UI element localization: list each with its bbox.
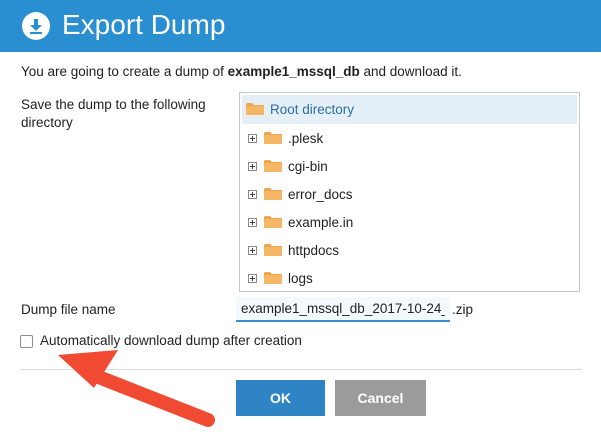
folder-icon — [264, 272, 282, 284]
tree-item-error-docs[interactable]: error_docs — [248, 180, 353, 208]
tree-item-example-in[interactable]: example.in — [248, 208, 353, 236]
intro-prefix: You are going to create a dump of — [21, 64, 224, 79]
tree-item-root[interactable]: Root directory — [246, 95, 354, 123]
folder-icon — [264, 216, 282, 228]
cancel-button[interactable]: Cancel — [335, 380, 426, 416]
tree-item-label: httpdocs — [288, 242, 340, 258]
dump-file-name-label: Dump file name — [21, 302, 116, 317]
tree-item-label: logs — [288, 270, 313, 286]
tree-item-cgi-bin[interactable]: cgi-bin — [248, 152, 328, 180]
intro-text: You are going to create a dump of exampl… — [21, 64, 462, 79]
expand-icon[interactable] — [248, 161, 257, 171]
folder-icon — [246, 103, 264, 115]
dialog-title: Export Dump — [62, 9, 226, 40]
tree-item-label: .plesk — [288, 130, 324, 146]
tree-item-label: cgi-bin — [288, 158, 328, 174]
folder-icon — [264, 160, 282, 172]
auto-download-label[interactable]: Automatically download dump after creati… — [40, 333, 302, 348]
tree-item-plesk[interactable]: .plesk — [248, 124, 323, 152]
dialog-header: Export Dump — [0, 0, 601, 52]
folder-icon — [264, 244, 282, 256]
divider — [20, 369, 582, 370]
directory-label: Save the dump to the following directory — [21, 97, 206, 130]
database-name: example1_mssql_db — [227, 64, 360, 79]
file-extension: .zip — [452, 302, 474, 317]
directory-tree[interactable]: Root directory .plesk cgi-bin error_docs — [239, 92, 580, 292]
folder-icon — [264, 132, 282, 144]
folder-icon — [264, 188, 282, 200]
tree-item-httpdocs[interactable]: httpdocs — [248, 236, 339, 264]
tree-item-label: example.in — [288, 214, 354, 230]
dump-file-name-input[interactable] — [236, 297, 450, 322]
expand-icon[interactable] — [248, 217, 257, 227]
tree-item-logs[interactable]: logs — [248, 264, 313, 292]
tree-item-label: error_docs — [288, 186, 353, 202]
auto-download-checkbox[interactable] — [20, 335, 33, 348]
intro-suffix: and download it. — [363, 64, 462, 79]
download-icon — [22, 12, 50, 40]
expand-icon[interactable] — [248, 189, 257, 199]
expand-icon[interactable] — [248, 245, 257, 255]
ok-button[interactable]: OK — [236, 380, 325, 416]
expand-icon[interactable] — [248, 133, 257, 143]
expand-icon[interactable] — [248, 273, 257, 283]
tree-item-label: Root directory — [270, 101, 355, 117]
